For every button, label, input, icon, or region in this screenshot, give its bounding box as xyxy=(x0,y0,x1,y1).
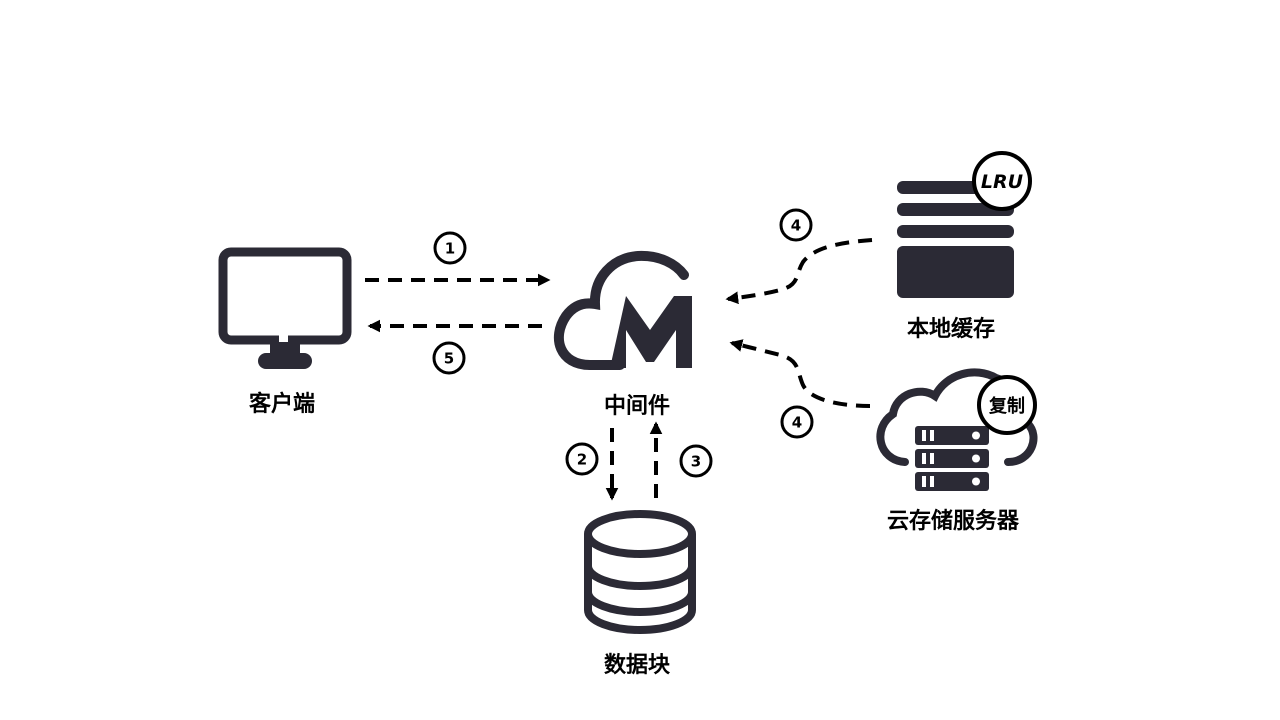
step-3-number: 3 xyxy=(691,453,701,471)
architecture-diagram: 客户端 中间件 数据块 LRU 本地缓存 复制 云存储服务器 1 5 2 3 4… xyxy=(218,151,1038,678)
lru-badge-text: LRU xyxy=(981,171,1024,193)
database-icon xyxy=(584,510,696,634)
data-block-label: 数据块 xyxy=(604,652,671,678)
step-2-badge: 2 xyxy=(565,442,599,476)
local-cache-label: 本地缓存 xyxy=(907,316,995,342)
step-4-cache-number: 4 xyxy=(791,217,801,235)
replication-badge-text: 复制 xyxy=(988,395,1025,417)
step-1-badge: 1 xyxy=(433,231,467,265)
step-3-badge: 3 xyxy=(679,444,713,478)
step-1-number: 1 xyxy=(445,240,455,258)
step-4-cloud-number: 4 xyxy=(792,414,802,432)
monitor-icon xyxy=(218,247,352,369)
cloud-storage-label: 云存储服务器 xyxy=(887,508,1020,534)
step-4-cache-badge: 4 xyxy=(779,208,813,242)
step-5-number: 5 xyxy=(444,350,454,368)
lru-badge: LRU xyxy=(972,151,1032,211)
step-4-cloud-badge: 4 xyxy=(780,405,814,439)
step-5-badge: 5 xyxy=(432,341,466,375)
cloud-m-logo-icon xyxy=(553,250,692,370)
arrow-cloud-to-middleware xyxy=(729,339,871,408)
arrow-cache-to-middleware xyxy=(725,238,873,305)
client-label: 客户端 xyxy=(249,391,315,417)
middleware-label: 中间件 xyxy=(604,394,670,419)
step-2-number: 2 xyxy=(577,451,587,469)
server-rack-icon xyxy=(915,426,989,491)
replication-badge: 复制 xyxy=(977,375,1037,435)
